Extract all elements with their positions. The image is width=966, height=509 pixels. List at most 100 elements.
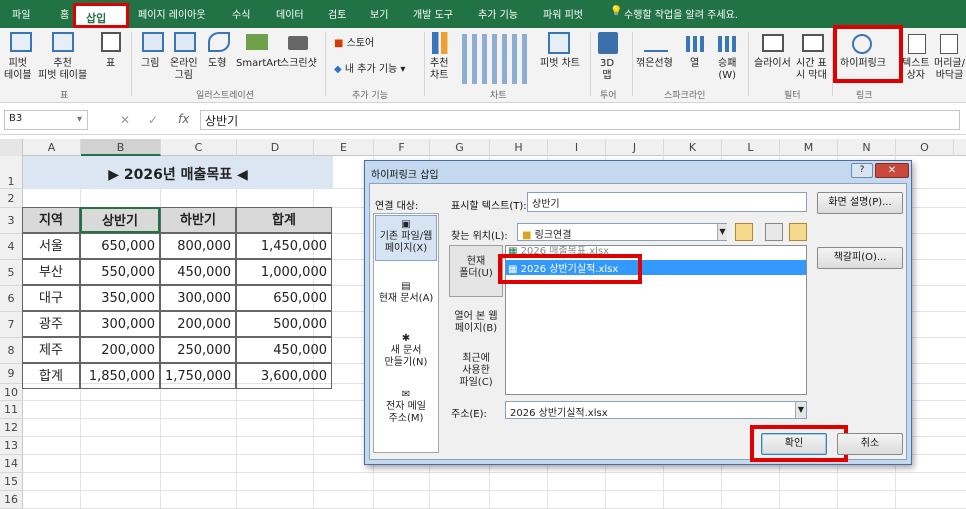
column-header-o[interactable]: O [896,139,954,156]
table-cell[interactable]: 450,000 [160,259,236,285]
name-box[interactable]: B3 [4,110,88,130]
tab-review[interactable]: 검토 [328,6,346,21]
row-header-16[interactable]: 16 [0,491,23,509]
table-cell[interactable]: 650,000 [80,233,160,259]
column-header-h[interactable]: H [490,139,548,156]
table-cell[interactable]: 3,600,000 [236,363,332,389]
table-cell[interactable]: 200,000 [160,311,236,337]
table-cell[interactable]: 1,850,000 [80,363,160,389]
cancel-button[interactable]: 취소 [837,433,903,455]
shapes-button[interactable]: 도형 [208,58,226,70]
formula-input[interactable]: 상반기 [200,110,960,130]
screenshot-button[interactable]: 스크린샷 [280,58,317,70]
nav-current-document[interactable]: ▤ 현재 문서(A) [373,281,439,305]
textbox-button[interactable]: 텍스트 상자 [902,58,930,82]
browse-web-icon[interactable] [765,223,783,241]
nav-new-document[interactable]: ✱ 새 문서 만들기(N) [373,333,439,369]
insert-function-icon[interactable]: fx [178,112,189,126]
column-header-e[interactable]: E [314,139,374,156]
timeline-button[interactable]: 시간 표 시 막대 [796,58,827,82]
table-header-cell[interactable]: 합계 [236,207,332,233]
bookmark-button[interactable]: 책갈피(O)... [817,247,903,269]
column-header-j[interactable]: J [606,139,664,156]
sub-nav-browsed-pages[interactable]: 열어 본 웹 페이지(B) [449,311,503,335]
tab-file[interactable]: 파일 [12,6,30,21]
table-cell[interactable]: 1,450,000 [236,233,332,259]
row-header-2[interactable]: 2 [0,189,23,208]
tab-formulas[interactable]: 수식 [232,6,250,21]
table-cell[interactable]: 광주 [22,311,80,337]
recommended-charts-button[interactable]: 추천 차트 [430,58,448,82]
table-cell[interactable]: 대구 [22,285,80,311]
nav-email[interactable]: ✉ 전자 메일 주소(M) [373,389,439,425]
row-header-7[interactable]: 7 [0,312,23,338]
table-cell[interactable]: 550,000 [80,259,160,285]
row-header-15[interactable]: 15 [0,473,23,491]
table-cell[interactable]: 제주 [22,337,80,363]
table-cell[interactable]: 650,000 [236,285,332,311]
tab-home[interactable]: 홈 [60,6,69,21]
column-header-f[interactable]: F [374,139,430,156]
table-cell[interactable]: 300,000 [160,285,236,311]
smartart-button[interactable]: SmartArt [236,58,281,70]
table-header-cell[interactable]: 상반기 [80,207,160,233]
table-cell[interactable]: 합계 [22,363,80,389]
display-text-input[interactable]: 상반기 [527,192,807,212]
look-in-dropdown[interactable]: ■ 링크연결 [517,223,727,241]
help-icon[interactable]: ? [851,163,873,178]
tab-view[interactable]: 보기 [370,6,388,21]
slicer-button[interactable]: 슬라이서 [754,58,791,70]
column-header-a[interactable]: A [23,139,81,156]
table-header-cell[interactable]: 하반기 [160,207,236,233]
table-cell[interactable]: 500,000 [236,311,332,337]
table-cell[interactable]: 서울 [22,233,80,259]
row-header-12[interactable]: 12 [0,419,23,437]
tab-addins[interactable]: 추가 기능 [478,6,518,21]
tab-insert[interactable]: 삽입 [73,3,129,28]
cancel-icon[interactable]: ✕ [120,113,130,127]
store-button[interactable]: ■ 스토어 [334,38,374,50]
row-header-4[interactable]: 4 [0,234,23,260]
browse-file-icon[interactable] [789,223,807,241]
enter-icon[interactable]: ✓ [148,113,158,127]
column-header-c[interactable]: C [161,139,237,156]
tab-page-layout[interactable]: 페이지 레이아웃 [138,6,206,21]
table-cell[interactable]: 200,000 [80,337,160,363]
picture-button[interactable]: 그림 [141,58,159,70]
row-header-5[interactable]: 5 [0,260,23,286]
online-picture-button[interactable]: 온라인 그림 [170,58,198,82]
pivot-table-button[interactable]: 피벗 테이블 [4,58,32,82]
recommended-pivot-button[interactable]: 추천 피벗 테이블 [38,58,87,82]
header-footer-button[interactable]: 머리글/ 바닥글 [934,58,965,82]
nav-existing-file[interactable]: ▣ 기존 파일/웹 페이지(X) [373,219,439,255]
column-header-b[interactable]: B [81,139,161,156]
row-header-10[interactable]: 10 [0,384,23,401]
screen-tip-button[interactable]: 화면 설명(P)... [817,192,903,214]
tab-power-pivot[interactable]: 파워 피벗 [543,6,583,21]
tell-me-box[interactable]: 수행할 작업을 알려 주세요. [624,6,738,21]
row-header-6[interactable]: 6 [0,286,23,312]
column-header-m[interactable]: M [780,139,838,156]
row-header-9[interactable]: 9 [0,364,23,384]
table-cell[interactable]: 800,000 [160,233,236,259]
close-icon[interactable]: ✕ [875,163,909,178]
name-box-dropdown-icon[interactable]: ▾ [77,114,82,125]
row-header-8[interactable]: 8 [0,338,23,364]
line-sparkline-button[interactable]: 꺾은선형 [636,58,673,70]
look-in-dropdown-arrow[interactable]: ▼ [717,224,727,240]
column-header-i[interactable]: I [548,139,606,156]
row-header-13[interactable]: 13 [0,437,23,455]
table-cell[interactable]: 부산 [22,259,80,285]
chart-types-gallery[interactable] [462,34,532,84]
column-header-k[interactable]: K [664,139,722,156]
table-cell[interactable]: 350,000 [80,285,160,311]
table-header-cell[interactable]: 지역 [22,207,80,233]
column-header-l[interactable]: L [722,139,780,156]
table-button[interactable]: 표 [106,58,115,70]
tab-data[interactable]: 데이터 [276,6,304,21]
row-header-14[interactable]: 14 [0,455,23,473]
pivot-chart-button[interactable]: 피벗 차트 [540,58,580,70]
address-dropdown-arrow[interactable]: ▼ [795,402,806,418]
table-cell[interactable]: 250,000 [160,337,236,363]
column-sparkline-button[interactable]: 열 [690,58,699,70]
